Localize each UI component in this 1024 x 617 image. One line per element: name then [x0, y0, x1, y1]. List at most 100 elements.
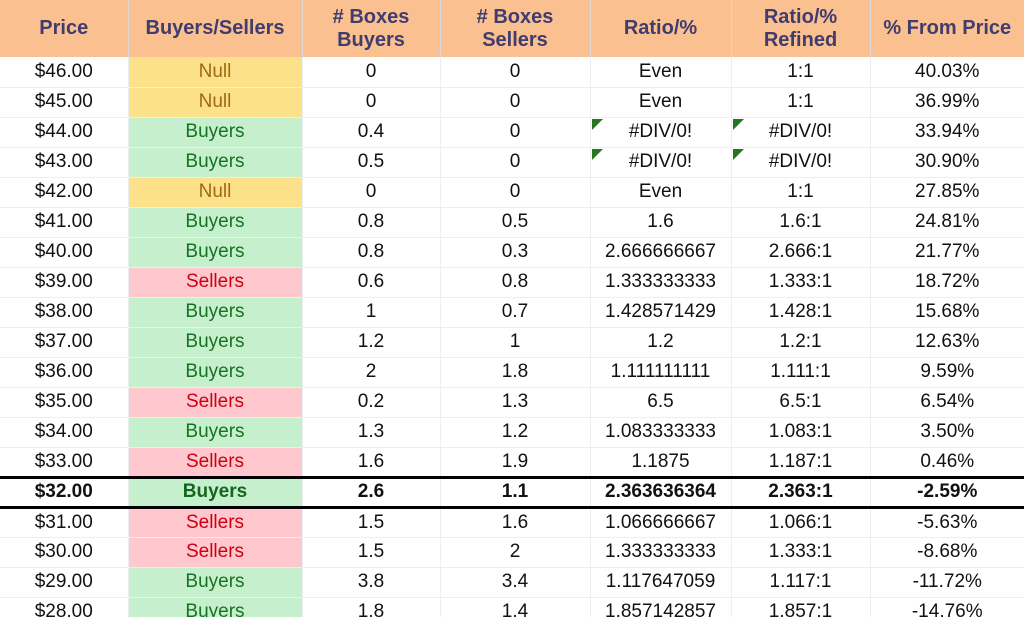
cell-boxes-sellers[interactable]: 1.1 — [440, 475, 591, 509]
cell-buyers-sellers[interactable]: Buyers — [128, 417, 303, 448]
table-row[interactable]: $44.00 Buyers 0.4 0 #DIV/0! #DIV/0! 33.94% — [0, 117, 1024, 148]
cell-boxes-buyers[interactable]: 0.8 — [302, 237, 441, 268]
cell-ratio[interactable]: 2.363636364 — [590, 475, 732, 509]
cell-boxes-sellers[interactable]: 0.3 — [440, 237, 591, 268]
cell-ratio-refined[interactable]: 1.083:1 — [731, 417, 871, 448]
table-row[interactable]: $32.00 Buyers 2.6 1.1 2.363636364 2.363:1 -2.5… — [0, 475, 1024, 509]
cell-ratio[interactable]: #DIV/0! — [590, 117, 732, 148]
cell-ratio-refined[interactable]: 1.857:1 — [731, 597, 871, 617]
cell-boxes-sellers[interactable]: 0.7 — [440, 297, 591, 328]
cell-boxes-buyers[interactable]: 0.8 — [302, 207, 441, 238]
table-row[interactable]: $36.00 Buyers 2 1.8 1.111111111 1.111:1 9.59% — [0, 357, 1024, 388]
cell-pct-from-price[interactable]: 36.99% — [870, 87, 1024, 118]
cell-price[interactable]: $32.00 — [0, 475, 129, 509]
cell-price[interactable]: $31.00 — [0, 507, 129, 538]
cell-price[interactable]: $43.00 — [0, 147, 129, 178]
table-row[interactable]: $35.00 Sellers 0.2 1.3 6.5 6.5:1 6.54% — [0, 387, 1024, 418]
table-row[interactable]: $38.00 Buyers 1 0.7 1.428571429 1.428:1 15.68% — [0, 297, 1024, 328]
cell-boxes-sellers[interactable]: 1.3 — [440, 387, 591, 418]
cell-buyers-sellers[interactable]: Buyers — [128, 567, 303, 598]
cell-ratio-refined[interactable]: 2.363:1 — [731, 475, 871, 509]
cell-pct-from-price[interactable]: 33.94% — [870, 117, 1024, 148]
cell-boxes-sellers[interactable]: 0 — [440, 147, 591, 178]
cell-price[interactable]: $42.00 — [0, 177, 129, 208]
cell-ratio[interactable]: 1.066666667 — [590, 507, 732, 538]
cell-boxes-sellers[interactable]: 0 — [440, 57, 591, 88]
cell-pct-from-price[interactable]: 12.63% — [870, 327, 1024, 358]
table-row[interactable]: $45.00 Null 0 0 Even 1:1 36.99% — [0, 87, 1024, 118]
cell-boxes-sellers[interactable]: 3.4 — [440, 567, 591, 598]
cell-pct-from-price[interactable]: -14.76% — [870, 597, 1024, 617]
cell-buyers-sellers[interactable]: Buyers — [128, 147, 303, 178]
cell-price[interactable]: $45.00 — [0, 87, 129, 118]
column-header-ratio-refined[interactable]: Ratio/% Refined — [731, 0, 871, 57]
cell-boxes-buyers[interactable]: 0.2 — [302, 387, 441, 418]
cell-ratio[interactable]: 1.111111111 — [590, 357, 732, 388]
cell-boxes-sellers[interactable]: 0 — [440, 177, 591, 208]
table-row[interactable]: $42.00 Null 0 0 Even 1:1 27.85% — [0, 177, 1024, 208]
cell-buyers-sellers[interactable]: Sellers — [128, 447, 303, 477]
table-row[interactable]: $34.00 Buyers 1.3 1.2 1.083333333 1.083:1 3.50… — [0, 417, 1024, 448]
cell-boxes-sellers[interactable]: 2 — [440, 537, 591, 568]
cell-ratio[interactable]: 1.2 — [590, 327, 732, 358]
cell-price[interactable]: $28.00 — [0, 597, 129, 617]
cell-boxes-buyers[interactable]: 1.5 — [302, 507, 441, 538]
cell-pct-from-price[interactable]: 15.68% — [870, 297, 1024, 328]
cell-ratio[interactable]: Even — [590, 57, 732, 88]
cell-buyers-sellers[interactable]: Null — [128, 177, 303, 208]
column-header-price[interactable]: Price — [0, 0, 129, 57]
cell-price[interactable]: $30.00 — [0, 537, 129, 568]
column-header-buyers-sellers[interactable]: Buyers/Sellers — [128, 0, 303, 57]
cell-price[interactable]: $41.00 — [0, 207, 129, 238]
cell-boxes-sellers[interactable]: 1.6 — [440, 507, 591, 538]
cell-ratio[interactable]: 1.117647059 — [590, 567, 732, 598]
cell-pct-from-price[interactable]: 3.50% — [870, 417, 1024, 448]
cell-pct-from-price[interactable]: 18.72% — [870, 267, 1024, 298]
cell-ratio-refined[interactable]: 1.333:1 — [731, 537, 871, 568]
column-header-boxes-buyers[interactable]: # Boxes Buyers — [302, 0, 441, 57]
cell-ratio-refined[interactable]: 1.187:1 — [731, 447, 871, 477]
cell-ratio-refined[interactable]: 1:1 — [731, 177, 871, 208]
cell-buyers-sellers[interactable]: Sellers — [128, 387, 303, 418]
cell-boxes-buyers[interactable]: 1.2 — [302, 327, 441, 358]
cell-ratio-refined[interactable]: 2.666:1 — [731, 237, 871, 268]
cell-buyers-sellers[interactable]: Buyers — [128, 475, 303, 509]
cell-pct-from-price[interactable]: 40.03% — [870, 57, 1024, 88]
cell-ratio[interactable]: 1.083333333 — [590, 417, 732, 448]
cell-pct-from-price[interactable]: -11.72% — [870, 567, 1024, 598]
cell-buyers-sellers[interactable]: Null — [128, 57, 303, 88]
cell-boxes-buyers[interactable]: 0.4 — [302, 117, 441, 148]
cell-ratio[interactable]: Even — [590, 177, 732, 208]
cell-pct-from-price[interactable]: 6.54% — [870, 387, 1024, 418]
cell-ratio-refined[interactable]: 1.333:1 — [731, 267, 871, 298]
cell-pct-from-price[interactable]: 24.81% — [870, 207, 1024, 238]
cell-boxes-buyers[interactable]: 2 — [302, 357, 441, 388]
cell-buyers-sellers[interactable]: Buyers — [128, 357, 303, 388]
cell-price[interactable]: $38.00 — [0, 297, 129, 328]
cell-ratio[interactable]: 1.6 — [590, 207, 732, 238]
cell-buyers-sellers[interactable]: Buyers — [128, 117, 303, 148]
cell-boxes-sellers[interactable]: 0 — [440, 87, 591, 118]
cell-buyers-sellers[interactable]: Sellers — [128, 537, 303, 568]
table-row[interactable]: $39.00 Sellers 0.6 0.8 1.333333333 1.333:1 18.… — [0, 267, 1024, 298]
table-row[interactable]: $37.00 Buyers 1.2 1 1.2 1.2:1 12.63% — [0, 327, 1024, 358]
cell-price[interactable]: $36.00 — [0, 357, 129, 388]
table-row[interactable]: $43.00 Buyers 0.5 0 #DIV/0! #DIV/0! 30.90% — [0, 147, 1024, 178]
cell-pct-from-price[interactable]: -5.63% — [870, 507, 1024, 538]
cell-ratio-refined[interactable]: 1.6:1 — [731, 207, 871, 238]
cell-ratio[interactable]: 6.5 — [590, 387, 732, 418]
cell-pct-from-price[interactable]: 9.59% — [870, 357, 1024, 388]
cell-buyers-sellers[interactable]: Sellers — [128, 507, 303, 538]
cell-ratio[interactable]: 1.857142857 — [590, 597, 732, 617]
cell-ratio[interactable]: Even — [590, 87, 732, 118]
cell-boxes-sellers[interactable]: 0.8 — [440, 267, 591, 298]
table-row[interactable]: $29.00 Buyers 3.8 3.4 1.117647059 1.117:1 -11.… — [0, 567, 1024, 598]
column-header-ratio[interactable]: Ratio/% — [590, 0, 732, 57]
cell-price[interactable]: $33.00 — [0, 447, 129, 477]
cell-price[interactable]: $35.00 — [0, 387, 129, 418]
cell-boxes-buyers[interactable]: 0 — [302, 87, 441, 118]
cell-price[interactable]: $46.00 — [0, 57, 129, 88]
cell-boxes-buyers[interactable]: 2.6 — [302, 475, 441, 509]
cell-boxes-buyers[interactable]: 1.3 — [302, 417, 441, 448]
cell-pct-from-price[interactable]: 30.90% — [870, 147, 1024, 178]
